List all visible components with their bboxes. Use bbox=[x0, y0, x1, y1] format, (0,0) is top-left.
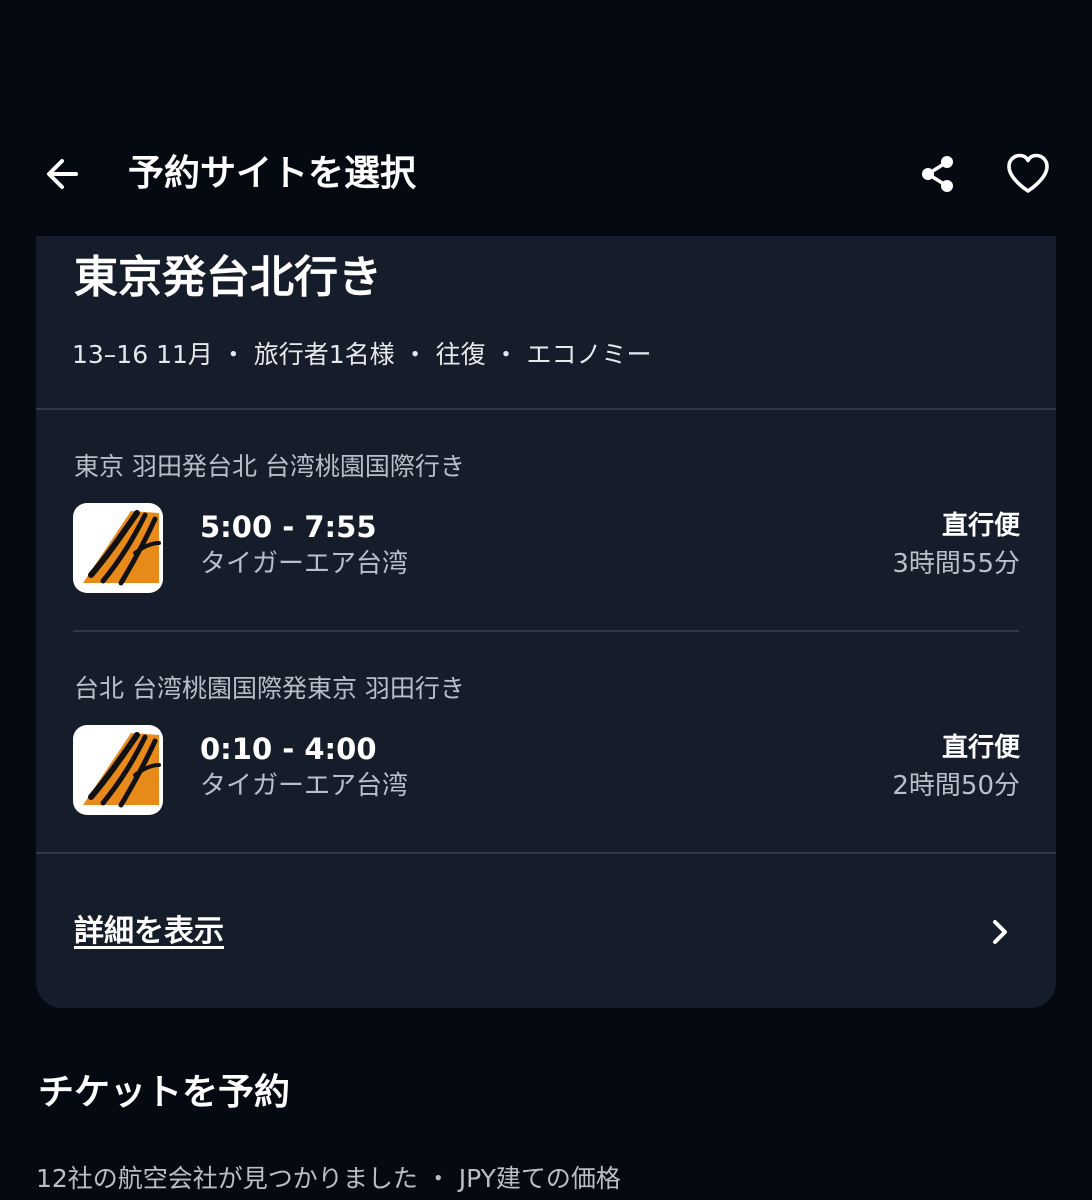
leg-times: 5:00 - 7:55 bbox=[200, 510, 377, 544]
itinerary-card: 東京発台北行き 13–16 11月 ・ 旅行者1名様 ・ 往復 ・ エコノミー … bbox=[36, 236, 1056, 1008]
heart-outline-icon bbox=[1007, 153, 1049, 193]
leg-airline: タイガーエア台湾 bbox=[200, 771, 409, 801]
chevron-right-icon bbox=[993, 920, 1007, 944]
leg-duration: 2時間50分 bbox=[892, 771, 1020, 801]
leg-stops: 直行便 bbox=[941, 733, 1020, 763]
divider bbox=[36, 408, 1056, 410]
leg-airline: タイガーエア台湾 bbox=[200, 549, 409, 579]
booking-meta: 12社の航空会社が見つかりました ・ JPY建ての価格 bbox=[36, 1164, 621, 1193]
booking-section-title: チケットを予約 bbox=[38, 1072, 291, 1113]
divider bbox=[36, 852, 1056, 854]
arrow-left-icon bbox=[47, 159, 78, 189]
tigerair-logo bbox=[73, 725, 163, 815]
divider bbox=[73, 630, 1019, 632]
top-app-bar: 予約サイトを選択 bbox=[0, 0, 1092, 236]
leg-times: 0:10 - 4:00 bbox=[200, 732, 377, 766]
favorite-button[interactable] bbox=[1002, 148, 1054, 200]
leg-stops: 直行便 bbox=[941, 511, 1020, 541]
share-button[interactable] bbox=[912, 148, 964, 200]
leg-route: 台北 台湾桃園国際発東京 羽田行き bbox=[74, 674, 465, 703]
route-title: 東京発台北行き bbox=[74, 252, 382, 303]
details-chevron-button[interactable] bbox=[982, 910, 1018, 954]
show-details-link[interactable]: 詳細を表示 bbox=[74, 912, 224, 952]
page-title: 予約サイトを選択 bbox=[128, 153, 417, 194]
leg-duration: 3時間55分 bbox=[892, 549, 1020, 579]
back-button[interactable] bbox=[36, 148, 88, 200]
leg-route: 東京 羽田発台北 台湾桃園国際行き bbox=[74, 452, 465, 481]
tigerair-logo bbox=[73, 503, 163, 593]
trip-meta: 13–16 11月 ・ 旅行者1名様 ・ 往復 ・ エコノミー bbox=[72, 340, 652, 369]
share-icon bbox=[922, 156, 953, 192]
